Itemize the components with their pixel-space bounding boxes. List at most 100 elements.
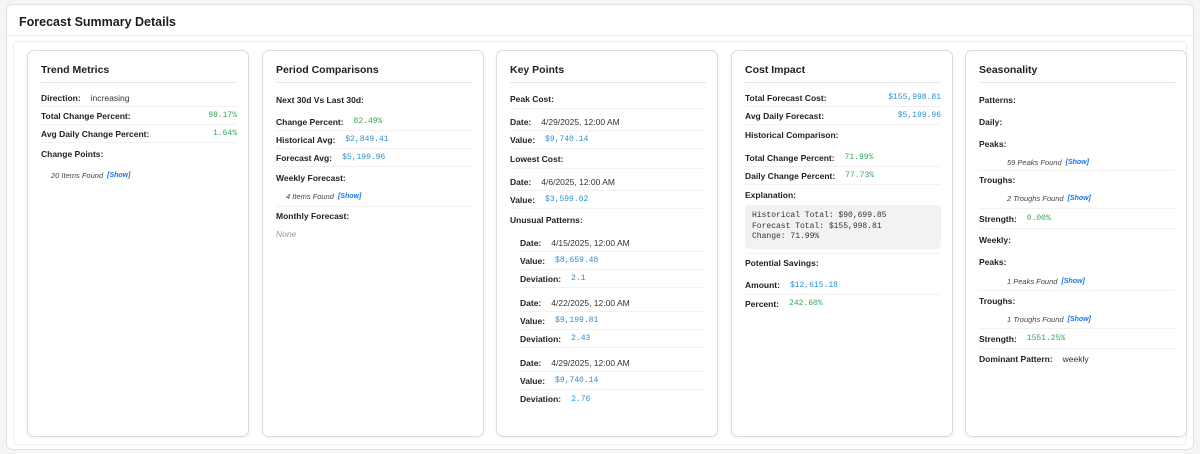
avg-daily-forecast-label: Avg Daily Forecast:	[745, 110, 825, 121]
lowest-value-row: Value: $3,599.02	[510, 191, 706, 209]
direction-label: Direction:	[41, 92, 81, 103]
daily-strength-row: Strength: 0.00%	[979, 209, 1175, 229]
forecast-avg-row: Forecast Avg: $5,199.96	[276, 149, 472, 167]
historical-avg-label: Historical Avg:	[276, 134, 336, 145]
explanation-row: Explanation:	[745, 185, 941, 205]
explanation-line: Historical Total: $90,699.85	[752, 211, 887, 220]
value-label: Value:	[510, 134, 536, 145]
value-label: Value:	[520, 315, 546, 326]
cards-container: Trend Metrics Direction: increasing Tota…	[13, 41, 1187, 445]
explanation-label: Explanation:	[745, 190, 797, 200]
card-title: Period Comparisons	[276, 64, 472, 83]
troughs-label: Troughs:	[979, 175, 1016, 185]
peaks-label: Peaks:	[979, 257, 1007, 267]
historical-comparison-label: Historical Comparison:	[745, 130, 839, 140]
weekly-forecast-label: Weekly Forecast:	[276, 173, 346, 183]
items-found-text: 2 Troughs Found	[1007, 194, 1064, 203]
weekly-strength-value: 1551.25%	[1026, 334, 1066, 343]
items-found-text: 59 Peaks Found	[1007, 158, 1062, 167]
weekly-forecast-row: Weekly Forecast:	[276, 169, 472, 187]
direction-row: Direction: increasing	[41, 89, 237, 107]
peak-value-row: Value: $9,740.14	[510, 131, 706, 149]
forecast-avg-value: $5,199.96	[342, 153, 386, 162]
total-forecast-cost-label: Total Forecast Cost:	[745, 92, 827, 103]
deviation-label: Deviation:	[520, 333, 562, 344]
avg-daily-change-value: 1.64%	[212, 129, 237, 138]
show-weekly-troughs-link[interactable]: [Show]	[1068, 316, 1091, 323]
lowest-value: $3,599.02	[545, 195, 589, 204]
total-change-percent-label: Total Change Percent:	[745, 152, 835, 163]
dominant-pattern-row: Dominant Pattern: weekly	[979, 349, 1175, 369]
unusual-deviation-value: 2.76	[571, 394, 591, 404]
unusual-date-value: 4/29/2025, 12:00 AM	[551, 357, 630, 368]
avg-daily-change-row: Avg Daily Change Percent: 1.64%	[41, 125, 237, 143]
peak-cost-row: Peak Cost:	[510, 89, 706, 109]
show-daily-peaks-link[interactable]: [Show]	[1066, 159, 1089, 166]
monthly-forecast-value: None	[276, 229, 297, 239]
change-points-row: Change Points:	[41, 145, 237, 163]
date-label: Date:	[520, 237, 542, 248]
unusual-value: $8,659.48	[555, 256, 599, 265]
cost-impact-card: Cost Impact Total Forecast Cost: $155,99…	[731, 50, 953, 437]
date-label: Date:	[520, 297, 542, 308]
explanation-line: Forecast Total: $155,998.81	[752, 221, 882, 231]
next-vs-last-label: Next 30d Vs Last 30d:	[276, 95, 364, 105]
unusual-deviation-row: Deviation: 2.1	[520, 270, 706, 288]
forecast-avg-label: Forecast Avg:	[276, 152, 333, 163]
seasonality-card: Seasonality Patterns: Daily: Peaks: 59 P…	[965, 50, 1187, 437]
deviation-label: Deviation:	[520, 394, 562, 404]
items-found-text: 4 Items Found	[286, 192, 334, 201]
forecast-summary-panel: Forecast Summary Details Trend Metrics D…	[6, 4, 1194, 450]
show-change-points-link[interactable]: [Show]	[107, 172, 130, 179]
lowest-date-row: Date: 4/6/2025, 12:00 AM	[510, 173, 706, 191]
unusual-value: $9,199.81	[555, 316, 599, 325]
unusual-deviation-row: Deviation: 2.76	[520, 390, 706, 408]
total-change-percent-value: 71.99%	[844, 153, 874, 162]
patterns-row: Patterns:	[979, 89, 1175, 111]
card-title: Seasonality	[979, 64, 1175, 83]
weekly-strength-row: Strength: 1551.25%	[979, 329, 1175, 349]
total-change-percent-row: Total Change Percent: 71.99%	[745, 149, 941, 167]
trend-metrics-card: Trend Metrics Direction: increasing Tota…	[27, 50, 249, 437]
show-weekly-peaks-link[interactable]: [Show]	[1061, 278, 1084, 285]
card-title: Trend Metrics	[41, 64, 237, 83]
avg-daily-change-label: Avg Daily Change Percent:	[41, 128, 150, 139]
avg-daily-forecast-row: Avg Daily Forecast: $5,199.96	[745, 107, 941, 125]
unusual-date-value: 4/22/2025, 12:00 AM	[551, 297, 630, 308]
items-found-text: 1 Troughs Found	[1007, 315, 1064, 324]
daily-peaks-items-row: 59 Peaks Found [Show]	[979, 155, 1175, 171]
weekly-troughs-items-row: 1 Troughs Found [Show]	[979, 311, 1175, 329]
amount-value: $12,615.18	[789, 280, 838, 290]
dominant-pattern-label: Dominant Pattern:	[979, 354, 1053, 364]
patterns-label: Patterns:	[979, 95, 1016, 105]
value-label: Value:	[520, 255, 546, 266]
peak-value: $9,740.14	[545, 135, 589, 144]
items-found-text: 1 Peaks Found	[1007, 277, 1058, 286]
change-points-label: Change Points:	[41, 149, 104, 159]
weekly-peaks-items-row: 1 Peaks Found [Show]	[979, 273, 1175, 291]
show-weekly-link[interactable]: [Show]	[338, 193, 361, 200]
next-vs-last-row: Next 30d Vs Last 30d:	[276, 89, 472, 111]
unusual-date-row: Date: 4/29/2025, 12:00 AM	[520, 354, 706, 372]
change-points-items-row: 20 Items Found [Show]	[41, 163, 237, 187]
daily-label: Daily:	[979, 117, 1003, 127]
unusual-pattern-item: Date: 4/29/2025, 12:00 AM Value: $9,740.…	[510, 354, 706, 408]
peak-date-row: Date: 4/29/2025, 12:00 AM	[510, 113, 706, 131]
unusual-pattern-item: Date: 4/22/2025, 12:00 AM Value: $9,199.…	[510, 294, 706, 348]
amount-row: Amount: $12,615.18	[745, 277, 941, 295]
unusual-value-row: Value: $9,740.14	[520, 372, 706, 390]
unusual-deviation-value: 2.43	[571, 334, 591, 343]
peaks-label: Peaks:	[979, 139, 1007, 149]
percent-value: 242.60%	[789, 299, 823, 308]
percent-row: Percent: 242.60%	[745, 295, 941, 313]
daily-change-percent-value: 77.73%	[845, 171, 875, 180]
unusual-value: $9,740.14	[555, 376, 599, 385]
key-points-card: Key Points Peak Cost: Date: 4/29/2025, 1…	[496, 50, 718, 437]
daily-peaks-row: Peaks:	[979, 133, 1175, 155]
percent-label: Percent:	[745, 298, 780, 309]
show-daily-troughs-link[interactable]: [Show]	[1068, 195, 1091, 202]
unusual-patterns-row: Unusual Patterns:	[510, 209, 706, 231]
total-forecast-cost-row: Total Forecast Cost: $155,998.81	[745, 89, 941, 107]
potential-savings-row: Potential Savings:	[745, 252, 941, 273]
weekly-row: Weekly:	[979, 229, 1175, 251]
